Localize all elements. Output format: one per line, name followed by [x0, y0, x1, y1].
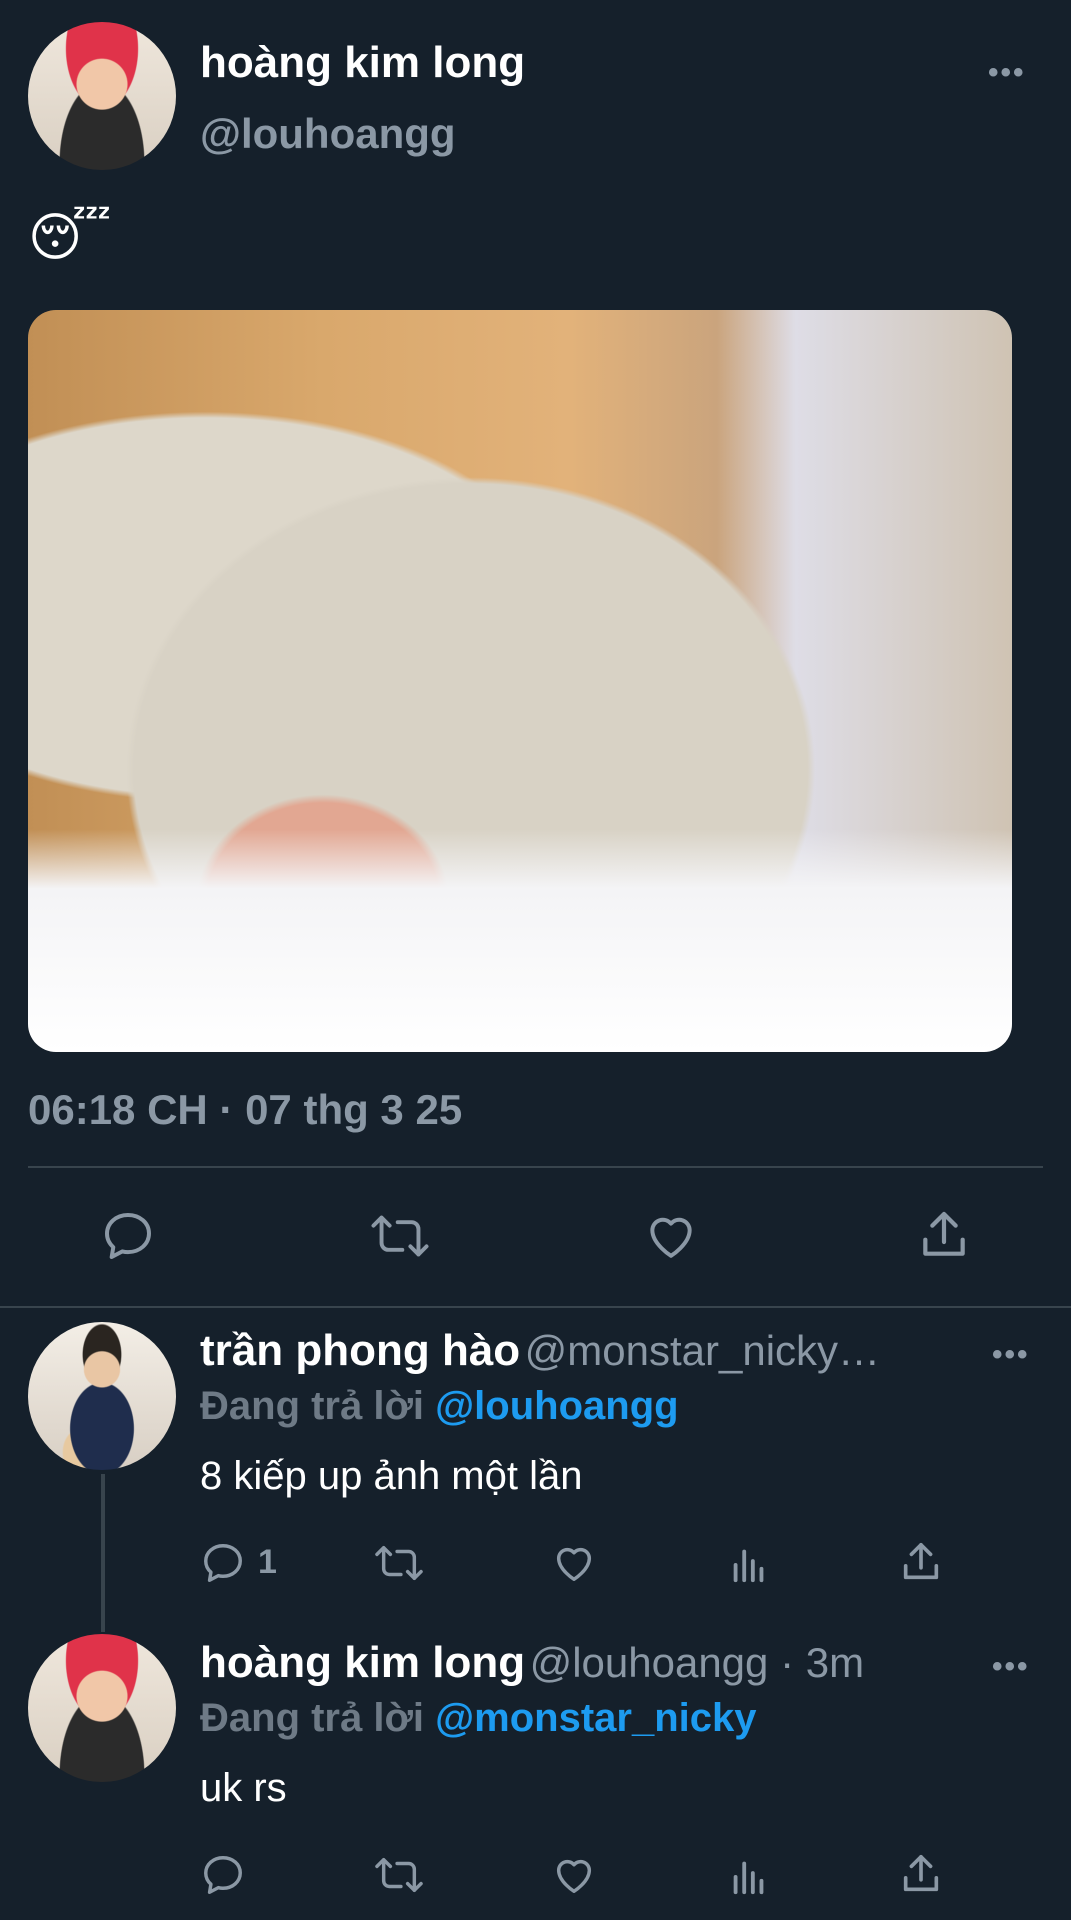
- reply-author-handle[interactable]: @monstar_nicky…: [525, 1327, 880, 1374]
- reply-icon[interactable]: [200, 1540, 246, 1586]
- reply-author-name[interactable]: trần phong hào: [200, 1326, 520, 1375]
- more-options-icon[interactable]: •••: [992, 1650, 1030, 1684]
- more-options-icon[interactable]: •••: [988, 56, 1026, 90]
- heart-icon[interactable]: [550, 1540, 598, 1586]
- retweet-icon[interactable]: [374, 1852, 424, 1898]
- retweet-icon[interactable]: [374, 1540, 424, 1586]
- share-icon[interactable]: [898, 1538, 944, 1586]
- reply-text: uk rs: [200, 1766, 287, 1810]
- author-name[interactable]: hoàng kim long: [200, 38, 525, 88]
- reply-icon[interactable]: [100, 1208, 156, 1264]
- analytics-icon[interactable]: [726, 1540, 772, 1586]
- reply-header: trần phong hào @monstar_nicky…: [200, 1326, 880, 1376]
- reply-avatar[interactable]: [28, 1322, 176, 1470]
- tweet-timestamp[interactable]: 06:18 CH · 07 thg 3 25: [28, 1086, 462, 1134]
- heart-icon[interactable]: [550, 1852, 598, 1898]
- analytics-icon[interactable]: [726, 1852, 772, 1898]
- reply-icon[interactable]: [200, 1852, 246, 1898]
- author-handle[interactable]: @louhoangg: [200, 110, 456, 158]
- tweet-photo[interactable]: [28, 310, 1012, 1052]
- replying-label: Đang trả lời: [200, 1696, 425, 1740]
- share-icon[interactable]: [898, 1850, 944, 1898]
- thread-line: [101, 1474, 105, 1632]
- reply-avatar[interactable]: [28, 1634, 176, 1782]
- heart-icon[interactable]: [642, 1208, 700, 1264]
- tweet-emoji: 😴: [28, 209, 112, 267]
- mention-link[interactable]: @louhoangg: [435, 1384, 678, 1428]
- reply-text: 8 kiếp up ảnh một lần: [200, 1454, 583, 1498]
- reply-count: 1: [258, 1543, 277, 1581]
- mention-link[interactable]: @monstar_nicky: [435, 1696, 756, 1740]
- reply-author-handle[interactable]: @louhoangg · 3m: [530, 1639, 865, 1686]
- divider: [28, 1166, 1043, 1168]
- replying-label: Đang trả lời: [200, 1384, 425, 1428]
- replying-to-line: Đang trả lời @monstar_nicky: [200, 1696, 757, 1741]
- reply-author-name[interactable]: hoàng kim long: [200, 1638, 525, 1687]
- author-avatar[interactable]: [28, 22, 176, 170]
- more-options-icon[interactable]: •••: [992, 1338, 1030, 1372]
- divider: [0, 1306, 1071, 1308]
- replying-to-line: Đang trả lời @louhoangg: [200, 1384, 679, 1429]
- share-icon[interactable]: [916, 1206, 972, 1264]
- retweet-icon[interactable]: [370, 1208, 430, 1264]
- reply-header: hoàng kim long @louhoangg · 3m: [200, 1638, 864, 1688]
